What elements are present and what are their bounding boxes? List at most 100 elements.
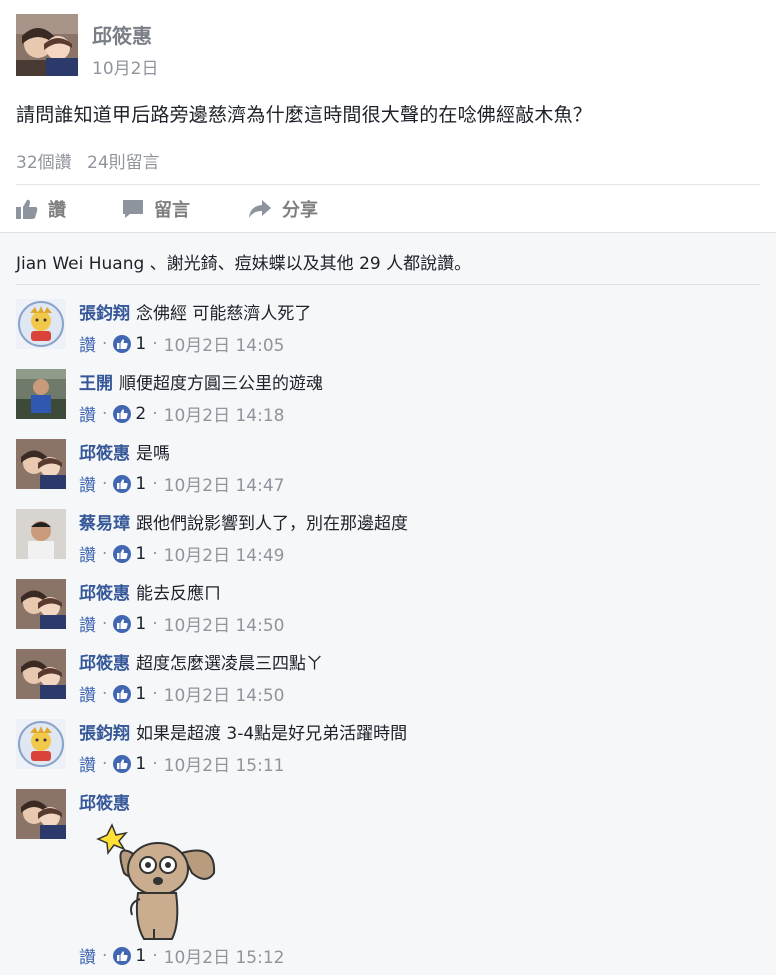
commenter-name[interactable]: 邱筱惠 xyxy=(79,794,130,814)
comment-timestamp[interactable]: 10月2日 14:05 xyxy=(164,331,285,356)
separator-dot: · xyxy=(102,683,108,704)
comment-text-line: 張鈞翔 念佛經 可能慈濟人死了 xyxy=(79,299,311,324)
comment-timestamp[interactable]: 10月2日 14:49 xyxy=(164,541,285,566)
like-button[interactable]: 讚 xyxy=(16,192,66,226)
comment-like-count[interactable]: 2 xyxy=(113,404,146,424)
comment-meta: 讚 · 2 · 10月2日 14:18 xyxy=(79,401,285,427)
comment-count-link[interactable]: 24則留言 xyxy=(87,153,160,173)
separator-dot: · xyxy=(102,753,108,774)
comment-text-line: 邱筱惠 xyxy=(79,789,136,814)
comment-meta: 讚 · 1 · 10月2日 14:05 xyxy=(79,331,285,357)
comment-like-link[interactable]: 讚 xyxy=(79,401,96,426)
comment-like-count[interactable]: 1 xyxy=(113,946,146,966)
post-body-text: 請問誰知道甲后路旁邊慈濟為什麼這時間很大聲的在唸佛經敲木魚？ xyxy=(16,104,593,126)
commenter-avatar[interactable] xyxy=(16,369,66,419)
comment-item: 邱筱惠 能去反應ㄇ讚 · 1 · 10月2日 14:50 xyxy=(16,579,760,637)
post-author-name[interactable]: 邱筱惠 xyxy=(92,20,152,49)
share-icon xyxy=(249,200,271,218)
comment-timestamp[interactable]: 10月2日 14:50 xyxy=(164,681,285,706)
comment-item: 邱筱惠 是嗎讚 · 1 · 10月2日 14:47 xyxy=(16,439,760,497)
comment-item: 張鈞翔 念佛經 可能慈濟人死了讚 · 1 · 10月2日 14:05 xyxy=(16,299,760,357)
comment-timestamp[interactable]: 10月2日 15:11 xyxy=(164,751,285,776)
commenter-avatar[interactable] xyxy=(16,649,66,699)
comment-body: 順便超度方圓三公里的遊魂 xyxy=(119,374,323,394)
thumbs-up-icon xyxy=(113,474,132,493)
thumbs-up-icon xyxy=(16,199,38,219)
likes-summary[interactable]: Jian Wei Huang 、謝光錡、痘妹蝶以及其他 29 人都說讚。 xyxy=(16,249,471,274)
commenter-name[interactable]: 邱筱惠 xyxy=(79,584,130,604)
comment-like-count[interactable]: 1 xyxy=(113,544,146,564)
commenter-avatar[interactable] xyxy=(16,579,66,629)
dog-sticker-image xyxy=(94,823,224,943)
post-date[interactable]: 10月2日 xyxy=(92,54,158,79)
author-avatar[interactable] xyxy=(16,14,78,76)
comment-like-count[interactable]: 1 xyxy=(113,754,146,774)
share-button[interactable]: 分享 xyxy=(248,192,318,226)
thumbs-up-icon xyxy=(113,754,132,773)
thumbs-up-icon xyxy=(113,946,132,965)
comment-meta: 讚 · 1 · 10月2日 14:50 xyxy=(79,611,285,637)
commenter-avatar[interactable] xyxy=(16,439,66,489)
separator-dot: · xyxy=(152,753,158,774)
commenter-avatar[interactable] xyxy=(16,509,66,559)
comment-icon xyxy=(123,200,143,218)
comment-meta: 讚 · 1 · 10月2日 14:47 xyxy=(79,471,285,497)
separator-dot: · xyxy=(102,333,108,354)
comment-like-count[interactable]: 1 xyxy=(113,614,146,634)
separator-dot: · xyxy=(152,683,158,704)
comment-like-count[interactable]: 1 xyxy=(113,334,146,354)
comment-like-link[interactable]: 讚 xyxy=(79,943,96,968)
separator-dot: · xyxy=(152,333,158,354)
commenter-name[interactable]: 王開 xyxy=(79,374,113,394)
comment-timestamp[interactable]: 10月2日 14:47 xyxy=(164,471,285,496)
comment-body: 如果是超渡 3-4點是好兄弟活躍時間 xyxy=(136,724,408,744)
comment-like-count[interactable]: 1 xyxy=(113,684,146,704)
comment-like-link[interactable]: 讚 xyxy=(79,751,96,776)
comment-text-line: 邱筱惠 能去反應ㄇ xyxy=(79,579,221,604)
comment-text-line: 蔡易璋 跟他們說影響到人了，別在那邊超度 xyxy=(79,509,408,534)
comment-meta: 讚 · 1 · 10月2日 15:12 xyxy=(79,943,285,969)
like-count-number: 1 xyxy=(135,333,147,354)
separator-dot: · xyxy=(102,473,108,494)
separator-dot: · xyxy=(102,403,108,424)
commenter-avatar[interactable] xyxy=(16,719,66,769)
comment-text-line: 張鈞翔 如果是超渡 3-4點是好兄弟活躍時間 xyxy=(79,719,407,744)
commenter-name[interactable]: 邱筱惠 xyxy=(79,654,130,674)
comment-text-line: 邱筱惠 超度怎麼選凌晨三四點ㄚ xyxy=(79,649,323,674)
share-button-label: 分享 xyxy=(282,200,318,221)
commenter-name[interactable]: 張鈞翔 xyxy=(79,304,130,324)
comment-button[interactable]: 留言 xyxy=(122,192,190,226)
comment-timestamp[interactable]: 10月2日 14:50 xyxy=(164,611,285,636)
comment-item: 邱筱惠 讚 · 1 · 10月2日 15:12 xyxy=(16,789,760,968)
comment-like-link[interactable]: 讚 xyxy=(79,681,96,706)
comment-body: 念佛經 可能慈濟人死了 xyxy=(136,304,312,324)
comment-button-label: 留言 xyxy=(154,200,190,221)
comment-like-link[interactable]: 讚 xyxy=(79,541,96,566)
like-count-number: 1 xyxy=(135,473,147,494)
comment-item: 王開 順便超度方圓三公里的遊魂讚 · 2 · 10月2日 14:18 xyxy=(16,369,760,427)
like-count-number: 1 xyxy=(135,945,147,966)
comment-body: 超度怎麼選凌晨三四點ㄚ xyxy=(136,654,323,674)
commenter-name[interactable]: 蔡易璋 xyxy=(79,514,130,534)
like-count-number: 1 xyxy=(135,683,147,704)
separator-dot: · xyxy=(102,613,108,634)
commenter-avatar[interactable] xyxy=(16,789,66,839)
post-stats: 32個讚 24則留言 xyxy=(16,148,160,173)
comment-like-link[interactable]: 讚 xyxy=(79,611,96,636)
comment-text-line: 王開 順便超度方圓三公里的遊魂 xyxy=(79,369,323,394)
divider xyxy=(16,284,760,285)
comment-timestamp[interactable]: 10月2日 15:12 xyxy=(164,943,285,968)
comment-like-link[interactable]: 讚 xyxy=(79,331,96,356)
commenter-name[interactable]: 張鈞翔 xyxy=(79,724,130,744)
like-count-link[interactable]: 32個讚 xyxy=(16,153,72,173)
comment-like-link[interactable]: 讚 xyxy=(79,471,96,496)
divider xyxy=(16,184,760,185)
separator-dot: · xyxy=(152,945,158,966)
comment-timestamp[interactable]: 10月2日 14:18 xyxy=(164,401,285,426)
thumbs-up-icon xyxy=(113,544,132,563)
commenter-name[interactable]: 邱筱惠 xyxy=(79,444,130,464)
separator-dot: · xyxy=(102,945,108,966)
comment-like-count[interactable]: 1 xyxy=(113,474,146,494)
commenter-avatar[interactable] xyxy=(16,299,66,349)
thumbs-up-icon xyxy=(113,684,132,703)
